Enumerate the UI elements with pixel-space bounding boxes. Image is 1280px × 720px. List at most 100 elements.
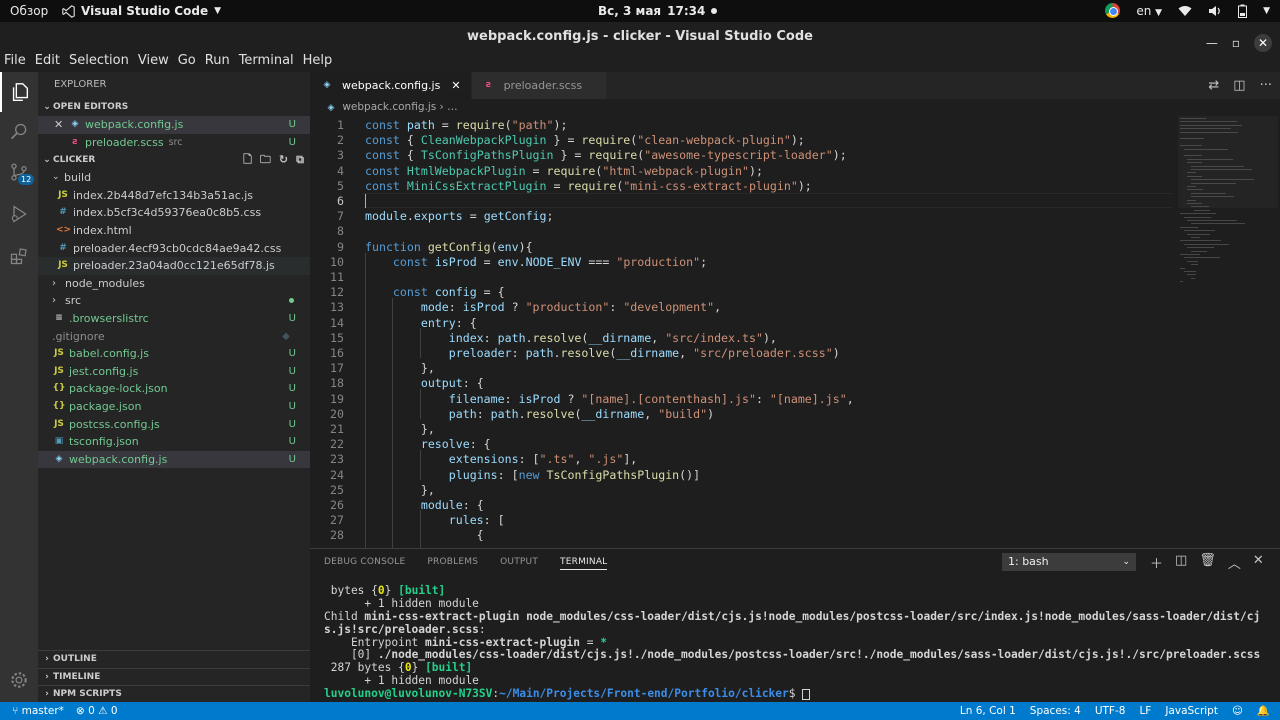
tree-file[interactable]: ◆ .gitignore bbox=[38, 328, 310, 346]
tree-file[interactable]: {} package.json U bbox=[38, 398, 310, 416]
tree-file[interactable]: ▣ tsconfig.json U bbox=[38, 433, 310, 451]
terminal-prompt: luvolunov@luvolunov-N73SV:~/Main/Project… bbox=[324, 687, 1274, 701]
menu-terminal[interactable]: Terminal bbox=[235, 52, 298, 72]
tree-file[interactable]: JS preloader.23a04ad0cc121e65df78.js bbox=[38, 257, 310, 275]
tab-preloader-scss[interactable]: ƨ preloader.scss bbox=[471, 72, 608, 99]
power-menu-icon[interactable]: ▼ bbox=[1263, 6, 1270, 16]
menu-file[interactable]: File bbox=[0, 52, 30, 72]
maximize-panel-icon[interactable]: ︿ bbox=[1228, 553, 1241, 572]
npm-scripts-header[interactable]: › NPM SCRIPTS bbox=[38, 685, 310, 703]
outline-header[interactable]: › OUTLINE bbox=[38, 650, 310, 668]
html-file-icon: <> bbox=[56, 224, 72, 235]
tree-file[interactable]: {} package-lock.json U bbox=[38, 380, 310, 398]
language-label: en bbox=[1136, 3, 1152, 18]
timeline-header[interactable]: › TIMELINE bbox=[38, 667, 310, 686]
code-editor[interactable]: 1 const path = require("path"); 2 const { C… bbox=[310, 116, 1172, 548]
explorer-icon[interactable] bbox=[0, 72, 38, 112]
new-folder-icon[interactable]: 🗀 bbox=[260, 151, 271, 169]
menu-go[interactable]: Go bbox=[174, 52, 200, 72]
source-control-icon[interactable]: 12 bbox=[0, 152, 38, 192]
tree-folder-src[interactable]: › src bbox=[38, 292, 310, 310]
indentation[interactable]: Spaces: 4 bbox=[1030, 702, 1081, 720]
tree-file[interactable]: ◈ webpack.config.js U bbox=[38, 450, 310, 469]
manage-gear-icon[interactable] bbox=[0, 660, 38, 700]
panel-tab-debug-console[interactable]: DEBUG CONSOLE bbox=[324, 549, 405, 575]
breadcrumb-file[interactable]: webpack.config.js bbox=[342, 101, 436, 113]
open-editor-item[interactable]: ƨ preloader.scss src U bbox=[38, 134, 310, 152]
kill-terminal-icon[interactable]: 🗑 bbox=[1199, 553, 1216, 572]
tree-file[interactable]: JS babel.config.js U bbox=[38, 345, 310, 363]
tree-file[interactable]: <> index.html bbox=[38, 222, 310, 240]
git-branch-status[interactable]: ⑂ master* bbox=[12, 702, 64, 720]
end-of-line[interactable]: LF bbox=[1139, 702, 1151, 720]
close-panel-icon[interactable]: ✕ bbox=[1253, 553, 1264, 572]
open-editor-item[interactable]: ✕ ◈ webpack.config.js U bbox=[38, 116, 310, 134]
folder-label: node_modules bbox=[65, 276, 145, 290]
more-actions-icon[interactable]: ··· bbox=[1260, 78, 1272, 93]
split-terminal-icon[interactable]: ◫ bbox=[1175, 553, 1187, 572]
minimap-line bbox=[1180, 118, 1207, 119]
minimap[interactable] bbox=[1172, 116, 1280, 548]
menu-view[interactable]: View bbox=[134, 52, 173, 72]
refresh-icon[interactable]: ↻ bbox=[279, 151, 288, 169]
tree-file[interactable]: JS jest.config.js U bbox=[38, 363, 310, 381]
run-debug-icon[interactable] bbox=[0, 194, 38, 234]
panel-tab-terminal[interactable]: TERMINAL bbox=[560, 550, 608, 570]
close-tab-icon[interactable]: ✕ bbox=[451, 72, 460, 99]
tree-folder-node-modules[interactable]: › node_modules bbox=[38, 275, 310, 293]
open-changes-icon[interactable]: ⇄ bbox=[1208, 78, 1219, 93]
menu-edit[interactable]: Edit bbox=[31, 52, 64, 72]
tree-file[interactable]: ≡ .browserslistrc U bbox=[38, 310, 310, 328]
new-file-icon[interactable]: 🗋 bbox=[243, 151, 252, 169]
css-file-icon: # bbox=[59, 242, 67, 253]
extensions-icon[interactable] bbox=[0, 236, 38, 276]
file-label: index.2b448d7efc134b3a51ac.js bbox=[73, 188, 254, 202]
tab-webpack-config[interactable]: ◈ webpack.config.js ✕ bbox=[310, 72, 472, 99]
search-icon[interactable] bbox=[0, 112, 38, 152]
terminal-select[interactable]: 1: bash ⌄ bbox=[1002, 553, 1136, 571]
encoding[interactable]: UTF-8 bbox=[1095, 702, 1126, 720]
code-line: preloader: path.resolve(__dirname, "src/… bbox=[448, 346, 840, 360]
menu-selection[interactable]: Selection bbox=[65, 52, 133, 72]
tree-file[interactable]: JS postcss.config.js U bbox=[38, 416, 310, 434]
battery-icon[interactable] bbox=[1238, 4, 1248, 18]
tree-file[interactable]: # index.b5cf3c4d59376ea0c8b5.css bbox=[38, 204, 310, 222]
wifi-icon[interactable] bbox=[1178, 5, 1192, 17]
collapse-all-icon[interactable]: ⧉ bbox=[296, 151, 304, 169]
feedback-icon[interactable]: ☺ bbox=[1232, 702, 1243, 720]
chevron-right-icon: › bbox=[45, 671, 49, 682]
panel-tab-output[interactable]: OUTPUT bbox=[500, 549, 538, 575]
language-mode[interactable]: JavaScript bbox=[1165, 702, 1218, 720]
new-terminal-icon[interactable]: ＋ bbox=[1150, 553, 1163, 572]
menu-run[interactable]: Run bbox=[201, 52, 234, 72]
tree-folder-build[interactable]: ⌄ build bbox=[38, 169, 310, 187]
code-line: const config = { bbox=[392, 285, 505, 300]
text-cursor bbox=[365, 194, 366, 208]
activities-button[interactable]: Обзор bbox=[10, 4, 48, 18]
problems-status[interactable]: ⊗ 0 ⚠ 0 bbox=[76, 702, 118, 720]
menu-help[interactable]: Help bbox=[299, 52, 337, 72]
chrome-icon[interactable] bbox=[1105, 3, 1121, 18]
close-editor-icon[interactable]: ✕ bbox=[54, 116, 68, 134]
line-number: 23 bbox=[330, 452, 344, 467]
terminal-output[interactable]: bytes {0} [built] + 1 hidden module Chil… bbox=[324, 584, 1274, 701]
notifications-bell-icon[interactable]: 🔔 bbox=[1257, 702, 1270, 720]
tree-file[interactable]: # preloader.4ecf93cb0cdc84ae9a42.css bbox=[38, 240, 310, 258]
cursor-position[interactable]: Ln 6, Col 1 bbox=[960, 702, 1016, 720]
breadcrumb-symbol[interactable]: … bbox=[447, 101, 458, 113]
project-header[interactable]: ⌄ CLICKER 🗋 🗀 ↻ ⧉ bbox=[38, 151, 310, 169]
file-label: index.b5cf3c4d59376ea0c8b5.css bbox=[73, 206, 262, 220]
minimap-line bbox=[1194, 209, 1210, 211]
tree-file[interactable]: JS index.2b448d7efc134b3a51ac.js bbox=[38, 187, 310, 205]
volume-icon[interactable] bbox=[1208, 5, 1222, 17]
git-status-badge: U bbox=[288, 453, 296, 465]
language-indicator[interactable]: en ▼ bbox=[1136, 4, 1162, 18]
split-editor-icon[interactable]: ◫ bbox=[1233, 78, 1245, 93]
panel-tab-problems[interactable]: PROBLEMS bbox=[427, 549, 478, 575]
open-editors-label: OPEN EDITORS bbox=[53, 102, 129, 112]
clock[interactable]: Вс, 3 мая 17:34 bbox=[598, 4, 718, 18]
app-menu[interactable]: Visual Studio Code ▼ bbox=[62, 4, 221, 18]
open-editors-header[interactable]: ⌄ OPEN EDITORS bbox=[38, 98, 310, 116]
gnome-top-bar: Обзор Visual Studio Code ▼ Вс, 3 мая 17:… bbox=[0, 0, 1280, 22]
close-window-icon[interactable]: ✕ bbox=[1254, 34, 1272, 52]
